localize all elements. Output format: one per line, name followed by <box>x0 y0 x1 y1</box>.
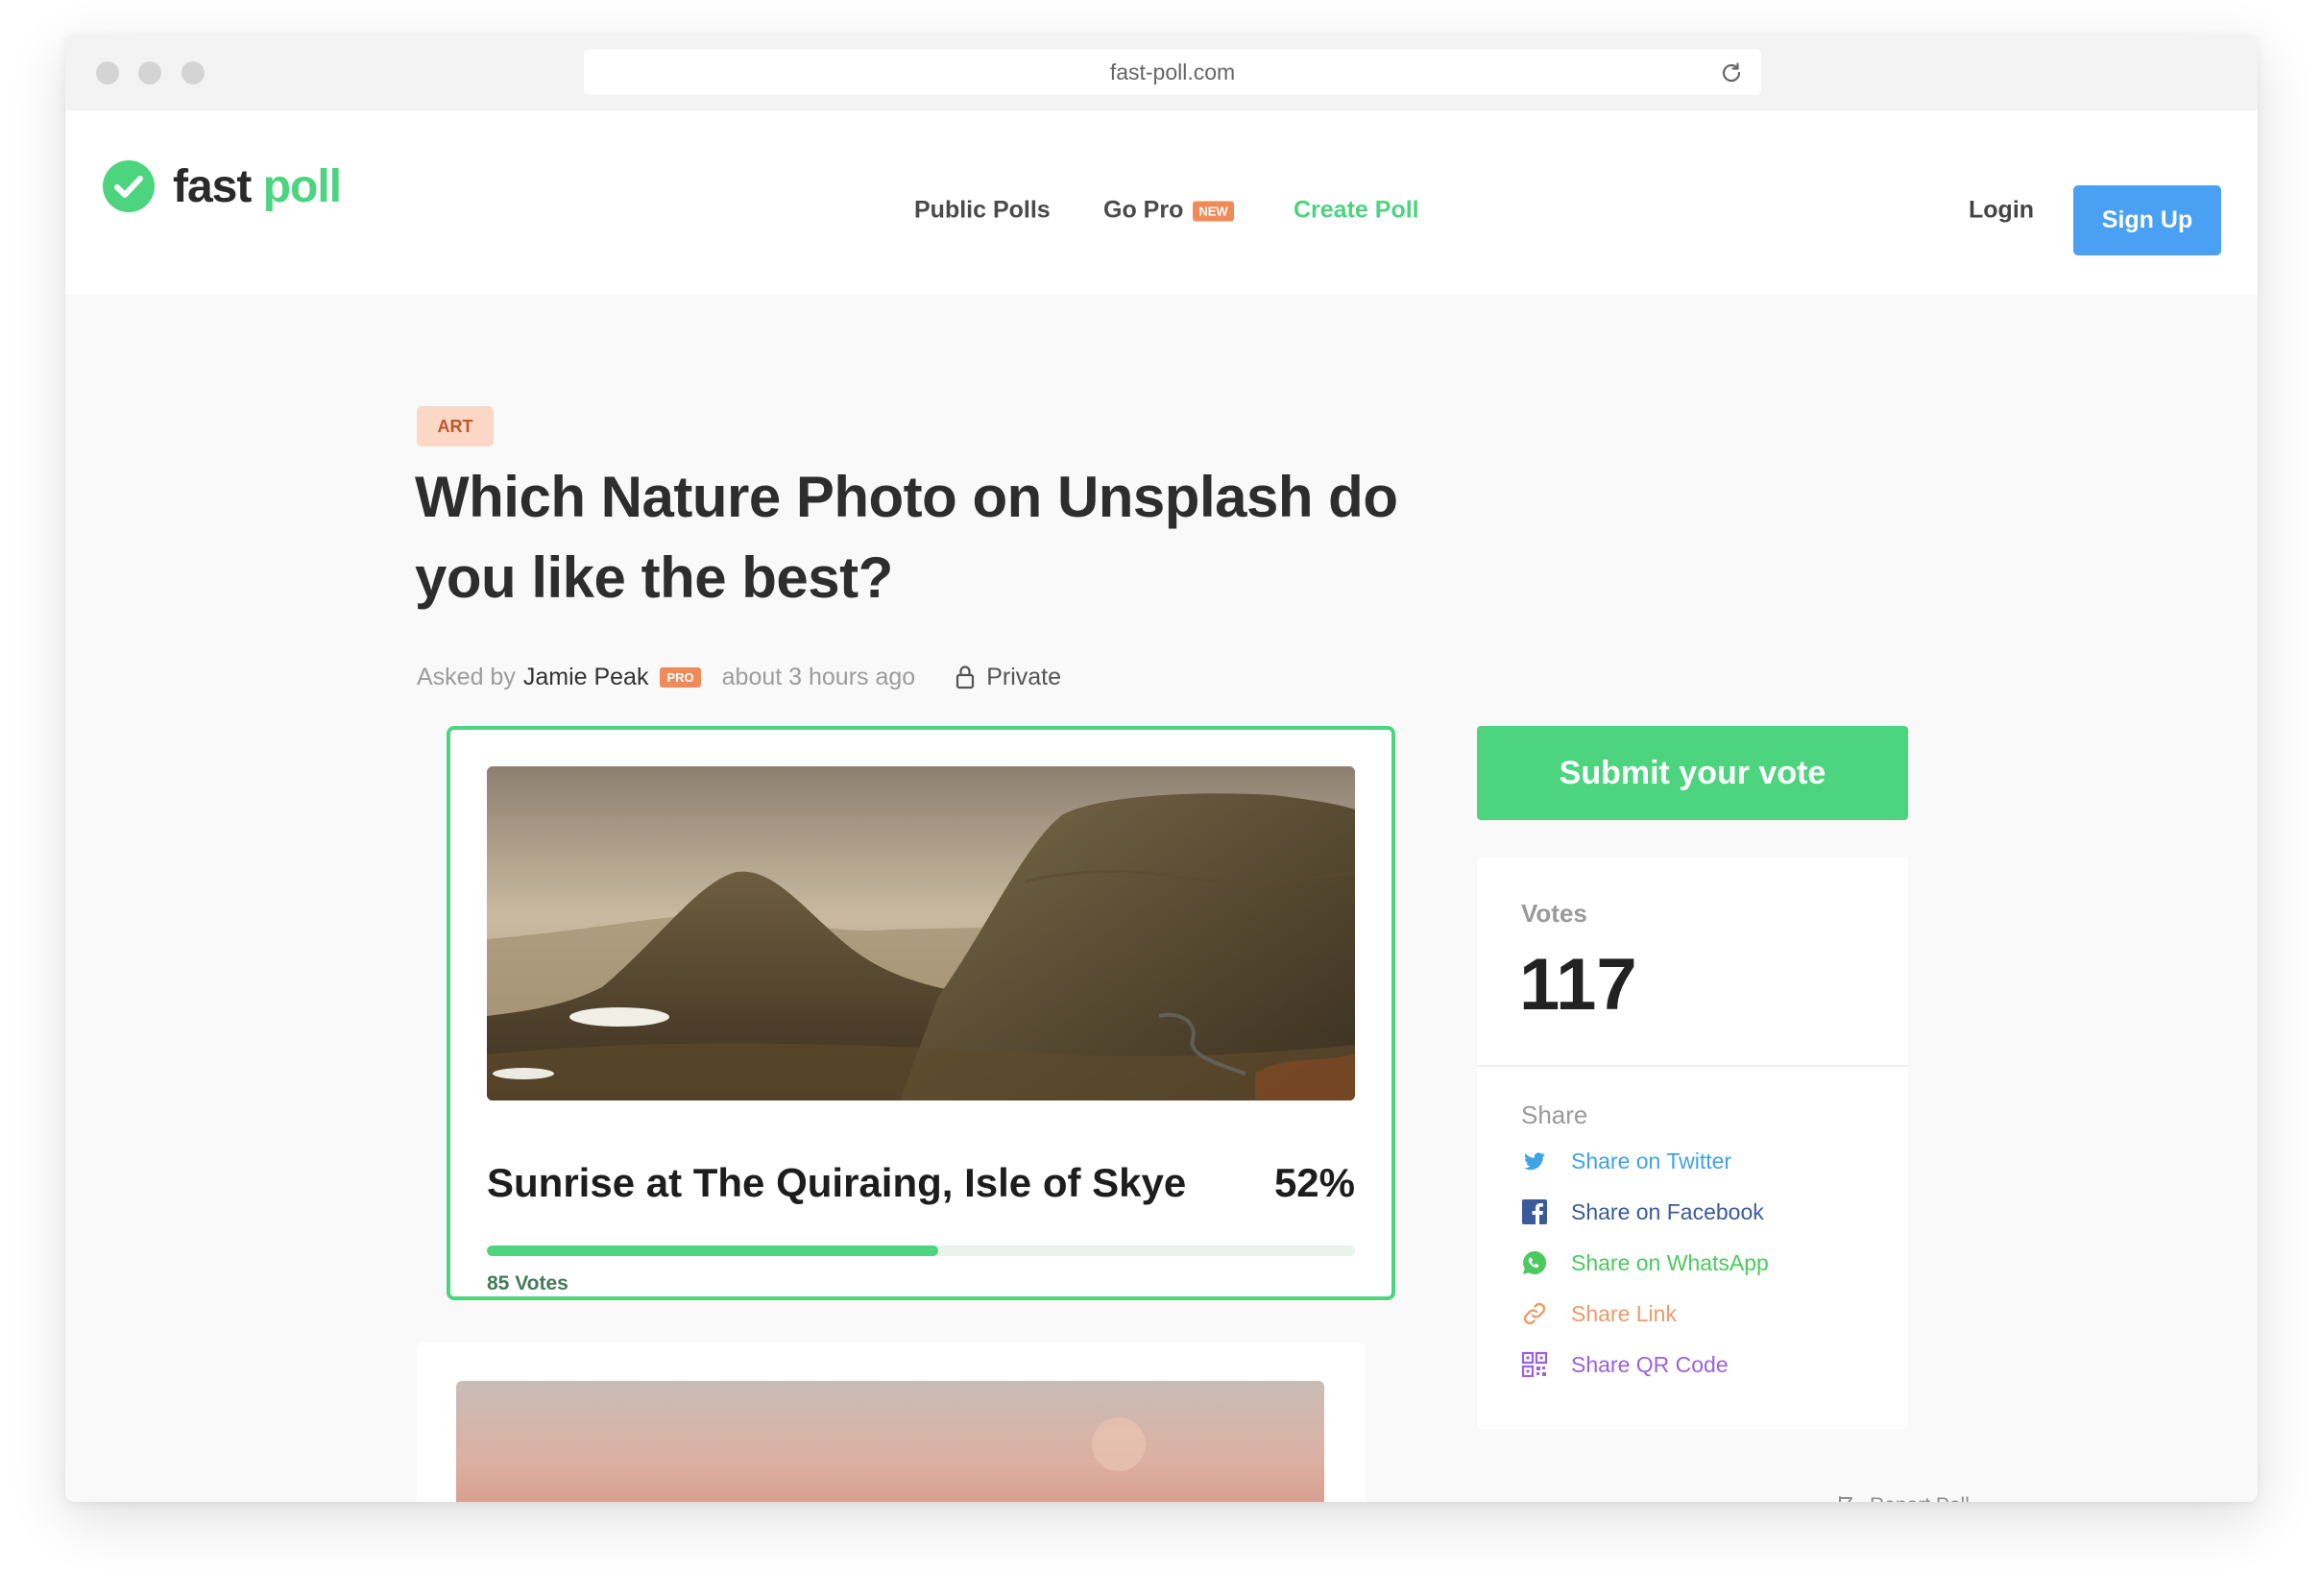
option-votes: 85 Votes <box>487 1272 568 1294</box>
divider <box>1477 1065 1908 1067</box>
share-facebook-link[interactable]: Share on Facebook <box>1521 1196 1764 1228</box>
logo-poll: poll <box>262 160 342 212</box>
address-bar[interactable]: fast-poll.com <box>584 49 1761 95</box>
check-circle-icon <box>103 160 155 212</box>
share-link[interactable]: Share Link <box>1521 1297 1677 1330</box>
flag-icon <box>1839 1496 1852 1502</box>
author-name[interactable]: Jamie Peak <box>523 664 649 691</box>
category-tag[interactable]: ART <box>417 406 494 447</box>
window-maximize-dot[interactable] <box>181 61 205 85</box>
votes-count: 117 <box>1519 944 1637 1026</box>
login-link[interactable]: Login <box>1969 197 2034 225</box>
share-facebook-label: Share on Facebook <box>1571 1198 1764 1224</box>
poll-option[interactable]: Sunrise at The Quiraing, Isle of Skye 52… <box>447 726 1395 1300</box>
link-icon <box>1523 1302 1546 1325</box>
nav-create-poll[interactable]: Create Poll <box>1294 197 1419 225</box>
share-twitter-link[interactable]: Share on Twitter <box>1521 1145 1731 1177</box>
new-badge: NEW <box>1193 201 1234 222</box>
poll-title: Which Nature Photo on Unsplash do you li… <box>415 465 1398 610</box>
report-poll-label: Report Poll <box>1870 1494 1970 1502</box>
window-close-dot[interactable] <box>96 61 119 85</box>
share-qr-code-label: Share QR Code <box>1571 1351 1729 1377</box>
url-text: fast-poll.com <box>1109 59 1236 85</box>
reload-icon[interactable] <box>1719 60 1744 85</box>
share-whatsapp-label: Share on WhatsApp <box>1571 1249 1769 1275</box>
votes-label: Votes <box>1521 899 1587 928</box>
poll-option[interactable] <box>417 1342 1366 1502</box>
logo-text: fast poll <box>173 160 342 213</box>
share-qr-code-link[interactable]: Share QR Code <box>1521 1348 1729 1381</box>
share-whatsapp-link[interactable]: Share on WhatsApp <box>1521 1246 1769 1279</box>
site-header: fast poll Public Polls Go Pro NEW Create … <box>65 110 2258 295</box>
submit-vote-button[interactable]: Submit your vote <box>1477 726 1908 820</box>
poll-stats-panel: Votes 117 Share Share on Twitter Share o… <box>1477 857 1908 1429</box>
qr-code-icon <box>1521 1351 1548 1378</box>
lock-icon <box>956 665 975 689</box>
browser-window: fast-poll.com fast poll Public Polls Go … <box>65 35 2258 1502</box>
report-poll-link[interactable]: Report Poll <box>1837 1494 1970 1502</box>
option-progress-fill <box>487 1245 939 1256</box>
facebook-icon <box>1522 1199 1547 1224</box>
share-label: Share <box>1521 1100 1588 1129</box>
share-twitter-label: Share on Twitter <box>1571 1148 1732 1173</box>
window-minimize-dot[interactable] <box>138 61 161 85</box>
poll-meta: Asked by Jamie Peak PRO about 3 hours ag… <box>417 658 1061 696</box>
whatsapp-icon <box>1523 1250 1547 1274</box>
option-photo <box>456 1381 1324 1502</box>
posted-time: about 3 hours ago <box>721 663 916 690</box>
option-photo <box>487 766 1355 1100</box>
option-label: Sunrise at The Quiraing, Isle of Skye <box>487 1160 1187 1205</box>
option-progress-track <box>487 1245 1355 1256</box>
option-percent: 52% <box>1273 1160 1355 1205</box>
nav-go-pro-label: Go Pro <box>1103 196 1184 224</box>
visibility-label: Private <box>986 663 1062 690</box>
asked-by-label: Asked by <box>417 663 516 690</box>
browser-chrome: fast-poll.com <box>65 35 2258 110</box>
share-link-label: Share Link <box>1571 1300 1677 1326</box>
nav-public-polls[interactable]: Public Polls <box>914 197 1051 225</box>
nav-go-pro[interactable]: Go Pro NEW <box>1103 197 1234 225</box>
twitter-icon <box>1524 1152 1545 1171</box>
logo-fast: fast <box>173 160 252 212</box>
pro-badge: PRO <box>660 666 701 688</box>
signup-button[interactable]: Sign Up <box>2073 185 2221 255</box>
logo[interactable]: fast poll <box>102 159 342 213</box>
